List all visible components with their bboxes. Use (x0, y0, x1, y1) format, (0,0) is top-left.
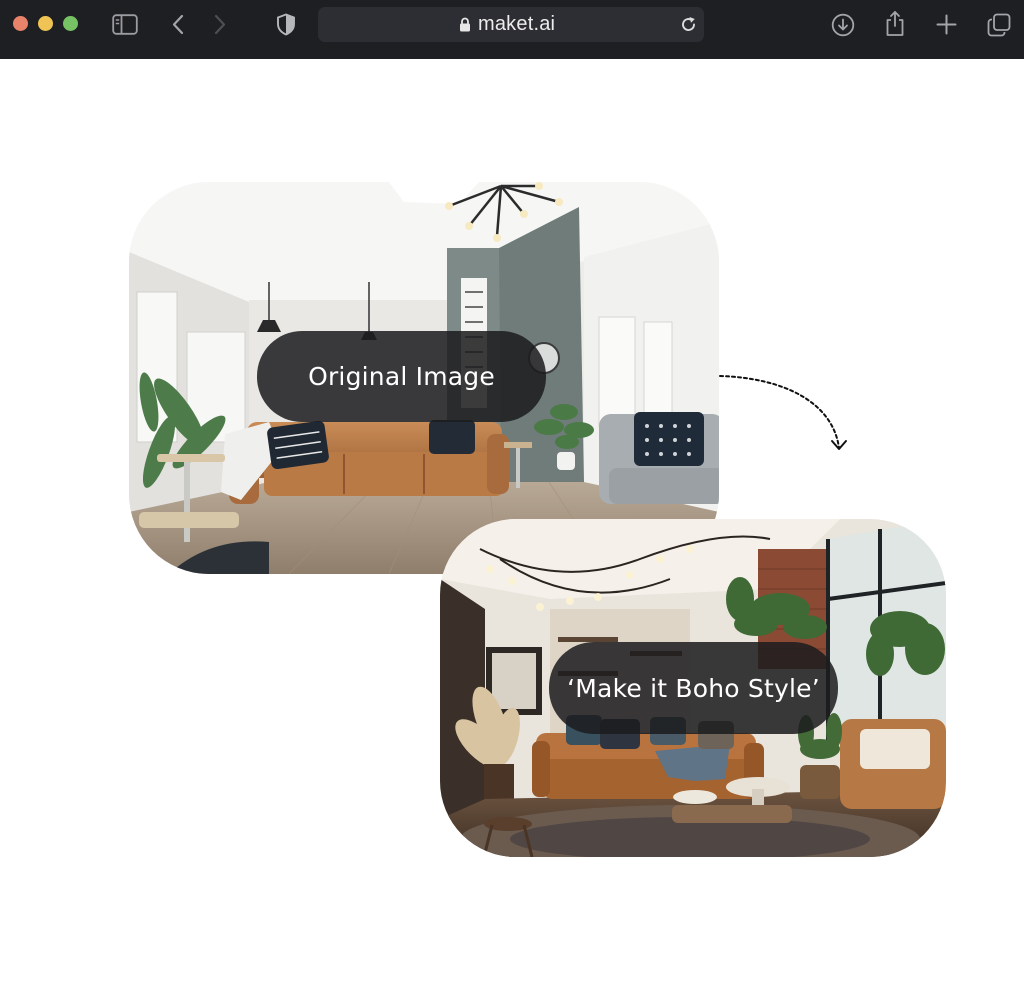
shield-icon[interactable] (276, 13, 296, 36)
chevron-left-icon[interactable] (171, 14, 185, 35)
original-image-label-text: Original Image (308, 362, 495, 391)
reload-icon[interactable] (680, 16, 697, 33)
address-bar[interactable]: maket.ai (318, 7, 704, 42)
browser-toolbar: maket.ai (0, 0, 1024, 59)
url-text[interactable]: maket.ai (478, 13, 555, 35)
minimize-window-button[interactable] (38, 16, 53, 31)
original-image-label: Original Image (257, 331, 546, 422)
dashed-arrow-icon (715, 318, 855, 463)
plus-icon[interactable] (936, 14, 957, 35)
tab-overview-icon[interactable] (987, 13, 1011, 37)
close-window-button[interactable] (13, 16, 28, 31)
sidebar-icon[interactable] (112, 14, 138, 35)
boho-style-label-text: ‘Make it Boho Style’ (567, 673, 820, 703)
lock-icon (459, 17, 471, 32)
share-icon[interactable] (884, 10, 906, 37)
download-icon[interactable] (831, 13, 855, 37)
boho-style-label: ‘Make it Boho Style’ (549, 642, 838, 734)
chevron-right-icon[interactable] (213, 14, 227, 35)
maximize-window-button[interactable] (63, 16, 78, 31)
